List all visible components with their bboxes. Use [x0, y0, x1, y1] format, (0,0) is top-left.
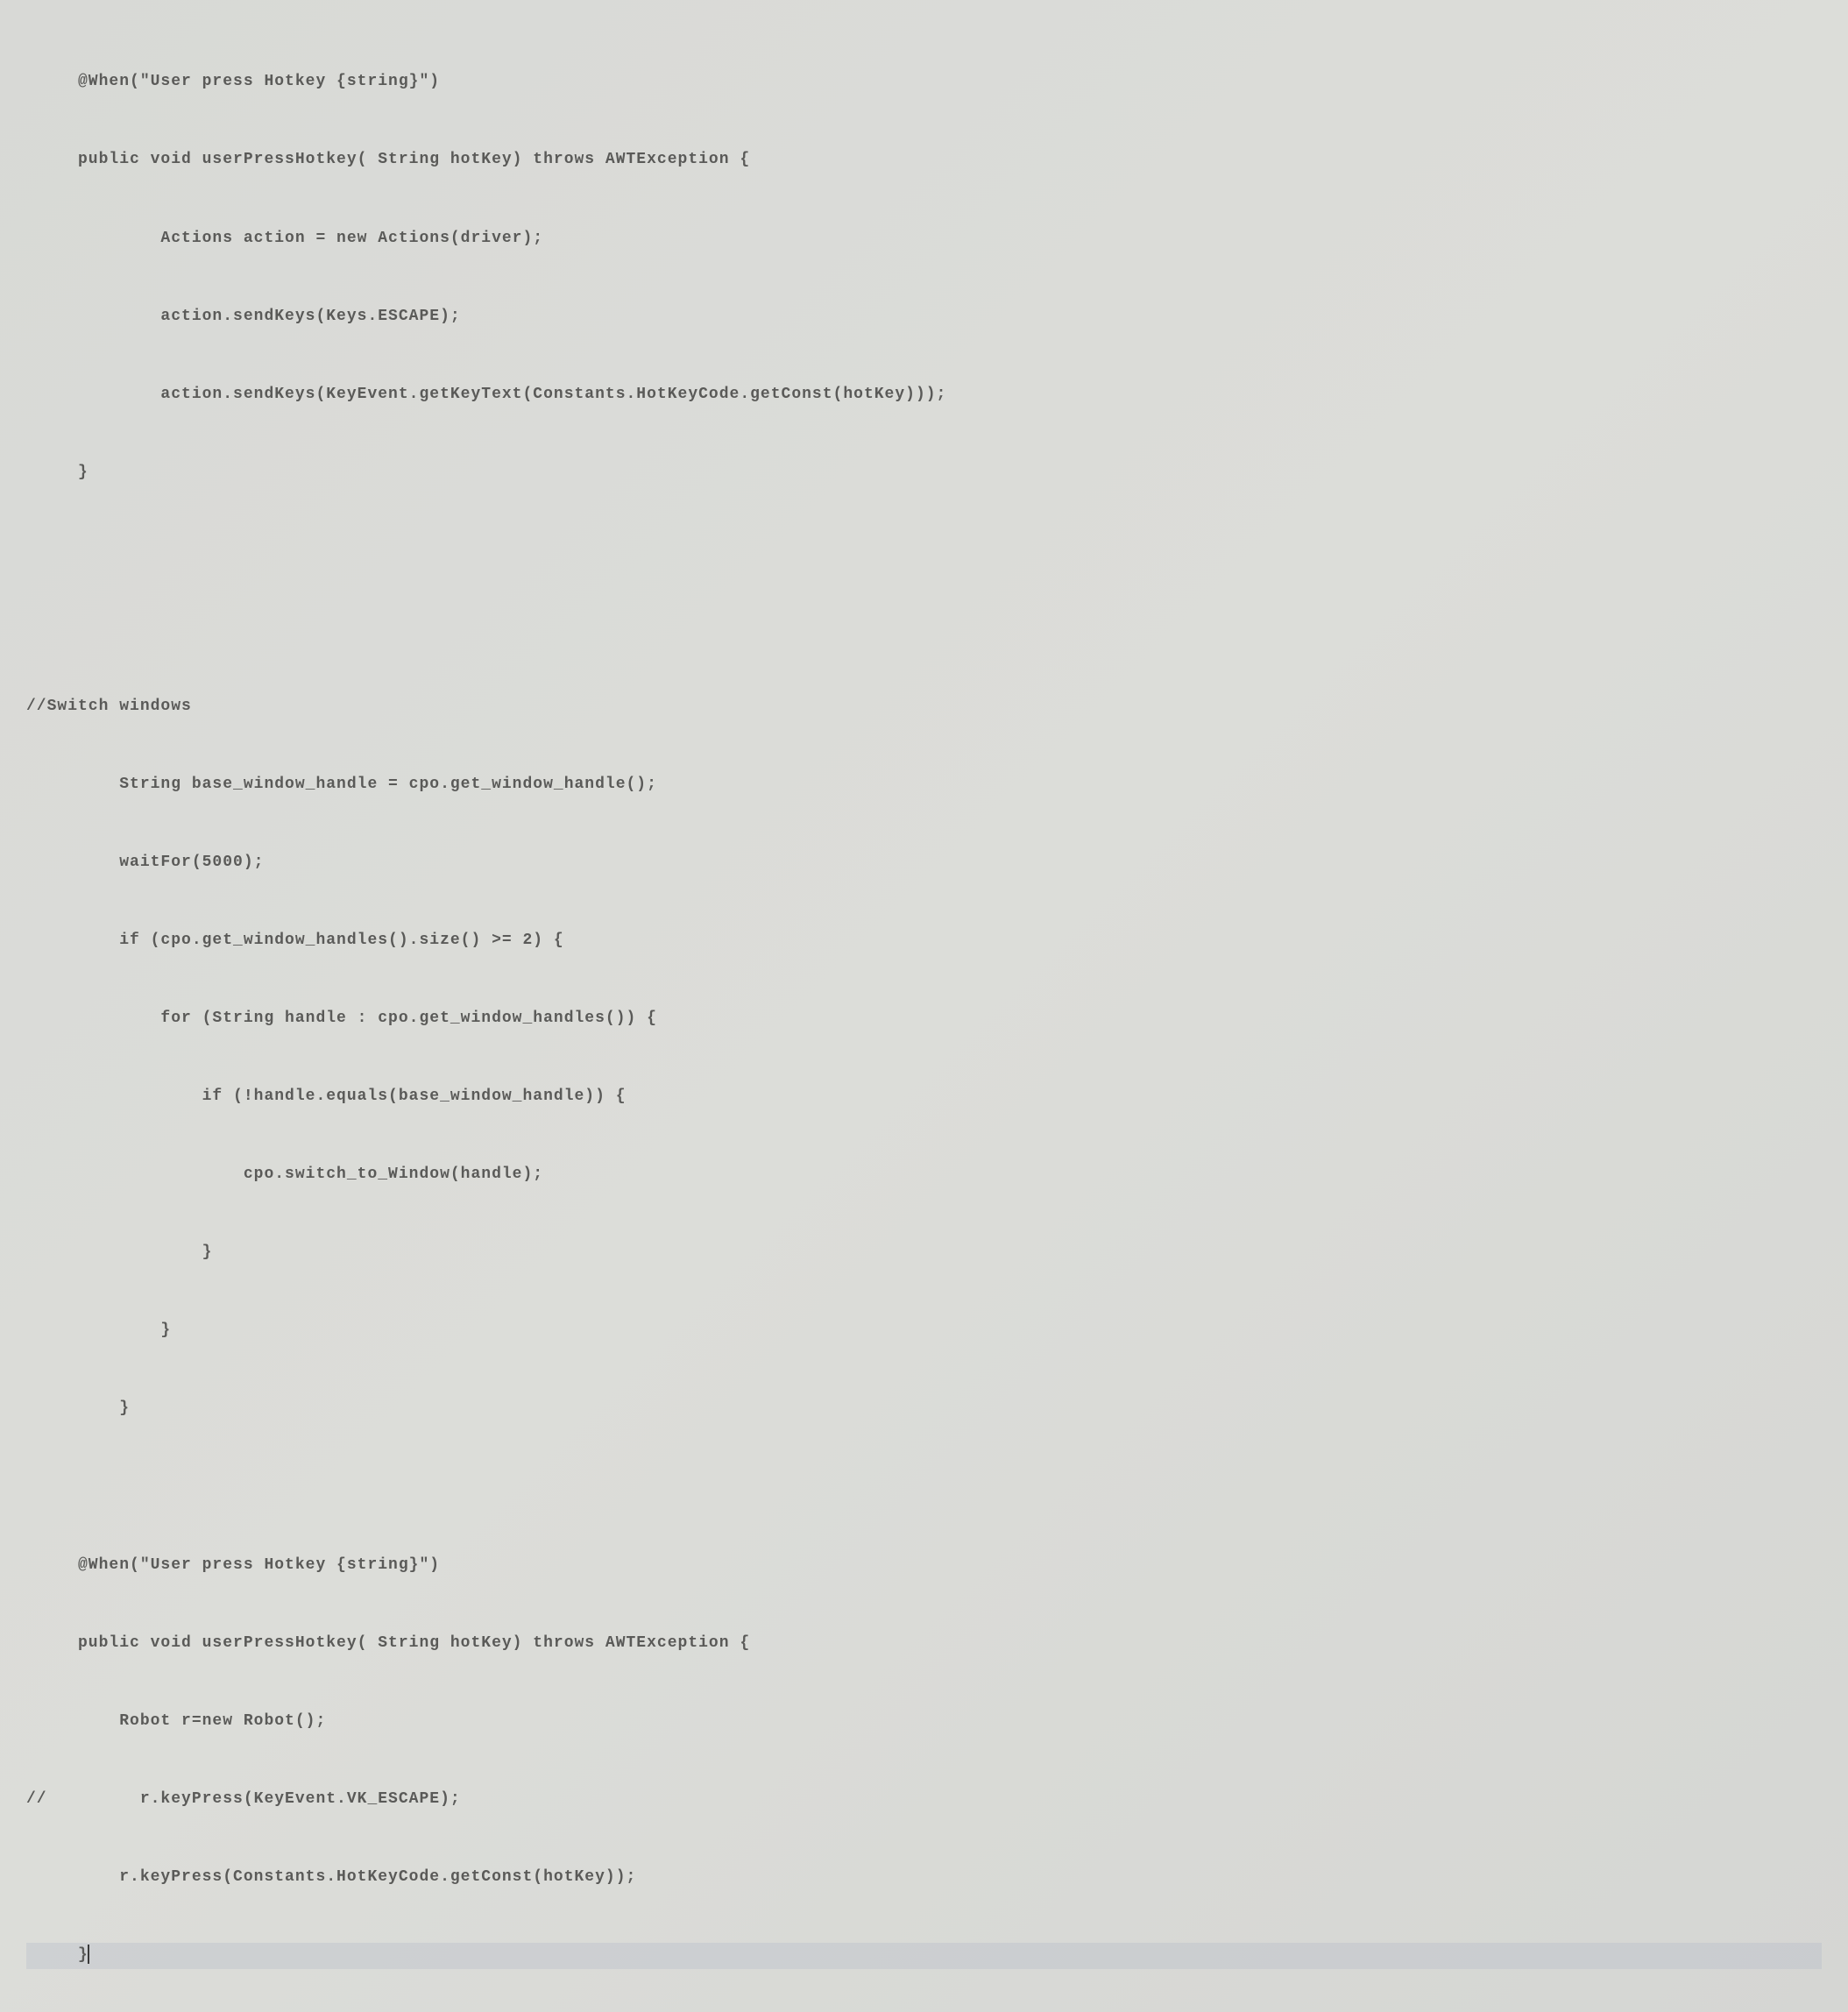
- code-line: }: [26, 1396, 1822, 1422]
- code-line: }: [26, 460, 1822, 486]
- code-line: @When("User press Hotkey {string}"): [26, 1553, 1822, 1579]
- code-line: Actions action = new Actions(driver);: [26, 226, 1822, 252]
- code-line: }: [26, 1318, 1822, 1344]
- code-line: String base_window_handle = cpo.get_wind…: [26, 772, 1822, 798]
- code-line: public void userPressHotkey( String hotK…: [26, 1631, 1822, 1657]
- code-line: [26, 1475, 1822, 1501]
- code-line: Robot r=new Robot();: [26, 1709, 1822, 1735]
- code-line: action.sendKeys(KeyEvent.getKeyText(Cons…: [26, 382, 1822, 408]
- code-line: r.keyPress(Constants.HotKeyCode.getConst…: [26, 1865, 1822, 1891]
- code-text: }: [26, 1946, 89, 1964]
- code-editor[interactable]: @When("User press Hotkey {string}") publ…: [26, 18, 1822, 1994]
- code-line: waitFor(5000);: [26, 850, 1822, 876]
- code-line: [26, 538, 1822, 564]
- text-cursor: [88, 1945, 89, 1964]
- code-line: @When("User press Hotkey {string}"): [26, 69, 1822, 96]
- code-line: for (String handle : cpo.get_window_hand…: [26, 1006, 1822, 1032]
- code-line: action.sendKeys(Keys.ESCAPE);: [26, 304, 1822, 330]
- code-line: if (!handle.equals(base_window_handle)) …: [26, 1084, 1822, 1110]
- code-line: cpo.switch_to_Window(handle);: [26, 1162, 1822, 1188]
- code-line: }: [26, 1240, 1822, 1266]
- code-line: if (cpo.get_window_handles().size() >= 2…: [26, 928, 1822, 954]
- code-line: [26, 616, 1822, 642]
- code-line: // r.keyPress(KeyEvent.VK_ESCAPE);: [26, 1787, 1822, 1813]
- code-line-current: }: [26, 1943, 1822, 1969]
- code-line: public void userPressHotkey( String hotK…: [26, 147, 1822, 174]
- code-line: //Switch windows: [26, 694, 1822, 720]
